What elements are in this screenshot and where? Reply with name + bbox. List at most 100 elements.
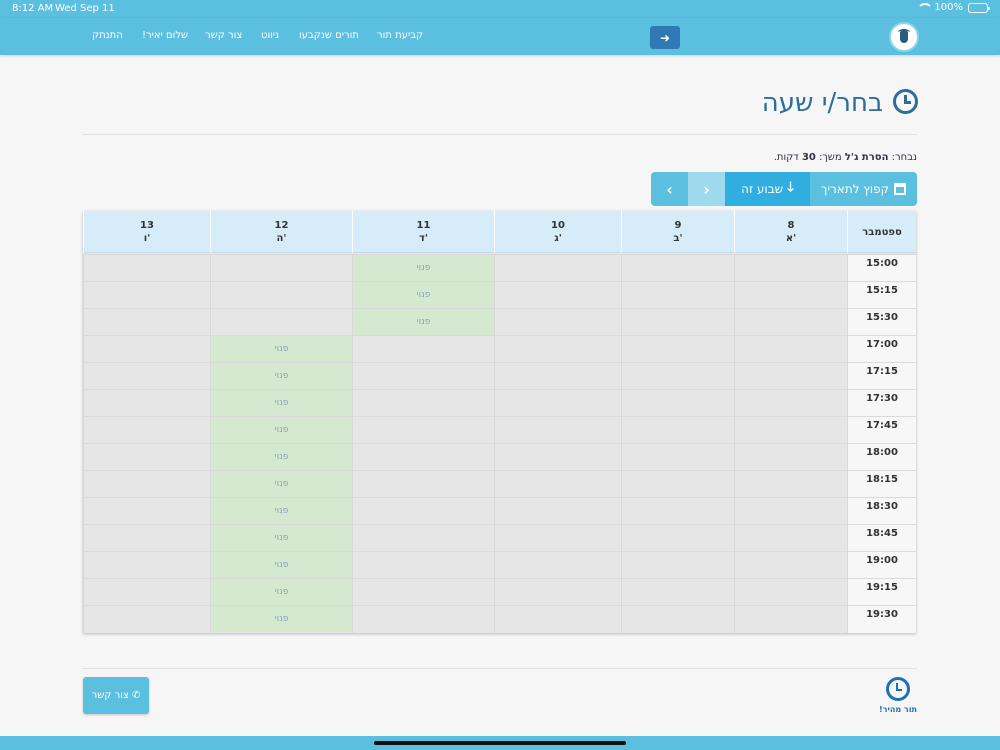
time-label: 17:45	[848, 416, 916, 443]
day-column	[494, 254, 621, 633]
divider	[82, 668, 917, 669]
unavailable-slot	[495, 416, 621, 443]
free-slot[interactable]: פנוי	[353, 254, 494, 281]
day-number: 10	[551, 220, 565, 231]
duration-value: 30	[801, 152, 816, 163]
free-slot[interactable]: פנוי	[211, 443, 352, 470]
unavailable-slot	[735, 605, 847, 632]
unavailable-slot	[353, 416, 494, 443]
unavailable-slot	[84, 605, 210, 632]
unavailable-slot	[495, 605, 621, 632]
day-column	[83, 254, 210, 633]
free-slot[interactable]: פנוי	[211, 389, 352, 416]
day-name: ה'	[276, 233, 287, 244]
status-time: 8:12 AM	[12, 3, 54, 14]
unavailable-slot	[735, 443, 847, 470]
nav-booked[interactable]: תורים שנקבעו	[299, 30, 359, 41]
calendar-icon	[894, 183, 907, 195]
jump-to-date-label: קפוץ לתאריך	[820, 182, 890, 196]
free-slot[interactable]: פנוי	[211, 551, 352, 578]
this-week-label: שבוע זה	[741, 182, 784, 196]
day-column: פנוי פנוי פנוי פנוי פנוי פנוי פנוי פנוי פנוי פנוי…	[210, 254, 352, 633]
unavailable-slot	[495, 308, 621, 335]
unavailable-slot	[622, 497, 734, 524]
unavailable-slot	[735, 281, 847, 308]
unavailable-slot	[622, 605, 734, 632]
time-label: 18:00	[848, 443, 916, 470]
unavailable-slot	[622, 551, 734, 578]
jump-to-date-button[interactable]: קפוץ לתאריך	[810, 172, 917, 206]
nav-greeting[interactable]: שלום יאיר!	[142, 30, 188, 41]
phone-icon: ✆	[131, 690, 141, 701]
status-right: 100%	[917, 2, 990, 13]
unavailable-slot	[495, 389, 621, 416]
this-week-button[interactable]: 🡓 שבוע זה	[725, 172, 810, 206]
unavailable-slot	[353, 605, 494, 632]
unavailable-slot	[622, 281, 734, 308]
time-label: 17:30	[848, 389, 916, 416]
day-header: 12 ה'	[210, 211, 352, 253]
free-slot[interactable]: פנוי	[211, 497, 352, 524]
day-column	[734, 254, 847, 633]
unavailable-slot	[735, 470, 847, 497]
unavailable-slot	[84, 443, 210, 470]
status-bar: 8:12 AM Wed Sep 11 100%	[0, 0, 1000, 18]
footer-contact-button[interactable]: ✆ צור קשר	[83, 677, 149, 714]
free-slot[interactable]: פנוי	[211, 335, 352, 362]
unavailable-slot	[622, 578, 734, 605]
time-label: 19:00	[848, 551, 916, 578]
brand-logo-icon[interactable]	[889, 22, 919, 52]
time-label: 18:15	[848, 470, 916, 497]
time-label: 19:30	[848, 605, 916, 632]
free-slot[interactable]: פנוי	[211, 416, 352, 443]
time-label: 17:00	[848, 335, 916, 362]
nav-contact[interactable]: צור קשר	[205, 30, 242, 41]
nav-logout[interactable]: התנתק	[92, 30, 123, 41]
day-number: 8	[787, 220, 795, 231]
day-name: ג'	[554, 233, 562, 244]
day-column: פנוי פנוי פנוי	[352, 254, 494, 633]
clock-icon	[893, 89, 918, 114]
appointment-calendar: ספטמבר 8 א' 9 ב' 10 ג' 11 ד' 12 ה' 13 ו' פנוי פנוי פנ…	[83, 211, 916, 633]
quick-appointment-link[interactable]: תור מהיר!	[879, 677, 917, 717]
unavailable-slot	[495, 335, 621, 362]
unavailable-slot	[735, 497, 847, 524]
unavailable-slot	[84, 308, 210, 335]
unavailable-slot	[84, 416, 210, 443]
free-slot[interactable]: פנוי	[211, 605, 352, 632]
quick-clock-icon	[886, 677, 910, 701]
unavailable-slot	[84, 389, 210, 416]
prev-week-button[interactable]: ‹	[651, 172, 688, 206]
free-slot[interactable]: פנוי	[211, 524, 352, 551]
time-label: 19:15	[848, 578, 916, 605]
unavailable-slot	[735, 389, 847, 416]
day-header: 10 ג'	[494, 211, 621, 253]
footer-contact-label: צור קשר	[91, 690, 129, 701]
day-number: 12	[274, 220, 289, 231]
unavailable-slot	[622, 254, 734, 281]
free-slot[interactable]: פנוי	[353, 308, 494, 335]
selected-service-line: נבחר: הסרת ג'ל משך: 30 דקות.	[774, 152, 917, 163]
unavailable-slot	[622, 470, 734, 497]
nav-navigate[interactable]: ניווט	[261, 30, 279, 41]
time-label: 15:00	[848, 254, 916, 281]
next-week-button[interactable]: ›	[688, 172, 725, 206]
selected-prefix: נבחר:	[891, 152, 917, 163]
unavailable-slot	[622, 362, 734, 389]
home-indicator	[0, 736, 1000, 750]
unavailable-slot	[495, 551, 621, 578]
unavailable-slot	[622, 389, 734, 416]
free-slot[interactable]: פנוי	[211, 578, 352, 605]
unavailable-slot	[84, 335, 210, 362]
day-number: 9	[674, 220, 682, 231]
unavailable-slot	[495, 281, 621, 308]
nav-arrow-button[interactable]: ➜	[650, 26, 680, 49]
unavailable-slot	[84, 470, 210, 497]
unavailable-slot	[735, 335, 847, 362]
free-slot[interactable]: פנוי	[211, 470, 352, 497]
nav-book[interactable]: קביעת תור	[377, 30, 423, 41]
unavailable-slot	[495, 524, 621, 551]
free-slot[interactable]: פנוי	[353, 281, 494, 308]
free-slot[interactable]: פנוי	[211, 362, 352, 389]
battery-percent: 100%	[934, 2, 963, 13]
